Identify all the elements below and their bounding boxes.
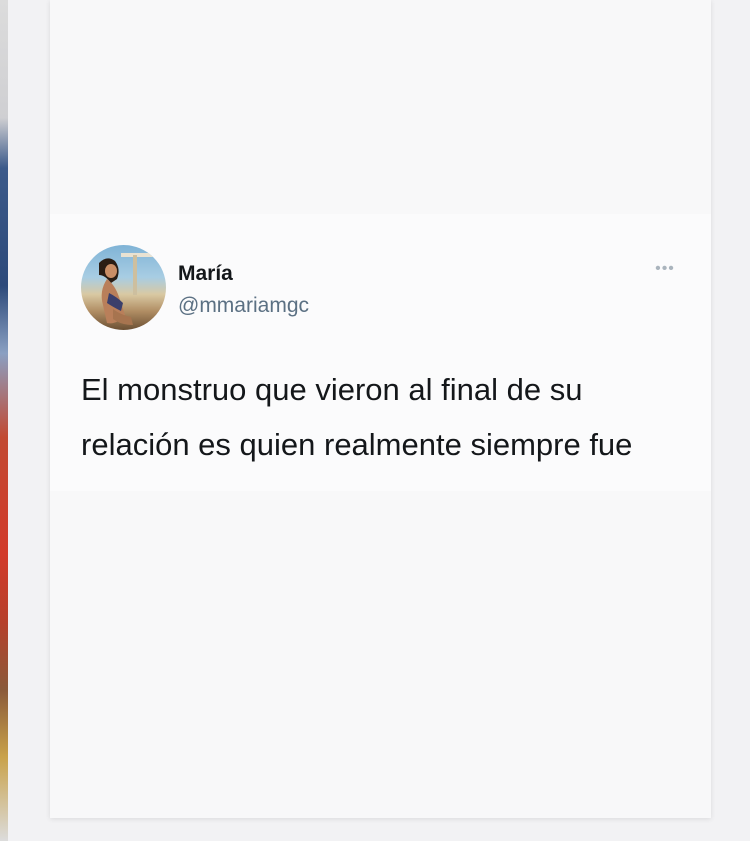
avatar[interactable] — [81, 245, 166, 330]
tweet-text: El monstruo que vieron al final de su re… — [81, 372, 633, 462]
avatar-photo — [99, 253, 161, 325]
author-name[interactable]: María — [178, 262, 233, 286]
tweet: María @mmariamgc ••• El monstruo que vie… — [50, 214, 711, 491]
post-card: María @mmariamgc ••• El monstruo que vie… — [50, 0, 711, 818]
background-image-edge — [0, 0, 8, 841]
more-horizontal-icon[interactable]: ••• — [650, 261, 680, 277]
author-handle[interactable]: @mmariamgc — [178, 294, 309, 318]
